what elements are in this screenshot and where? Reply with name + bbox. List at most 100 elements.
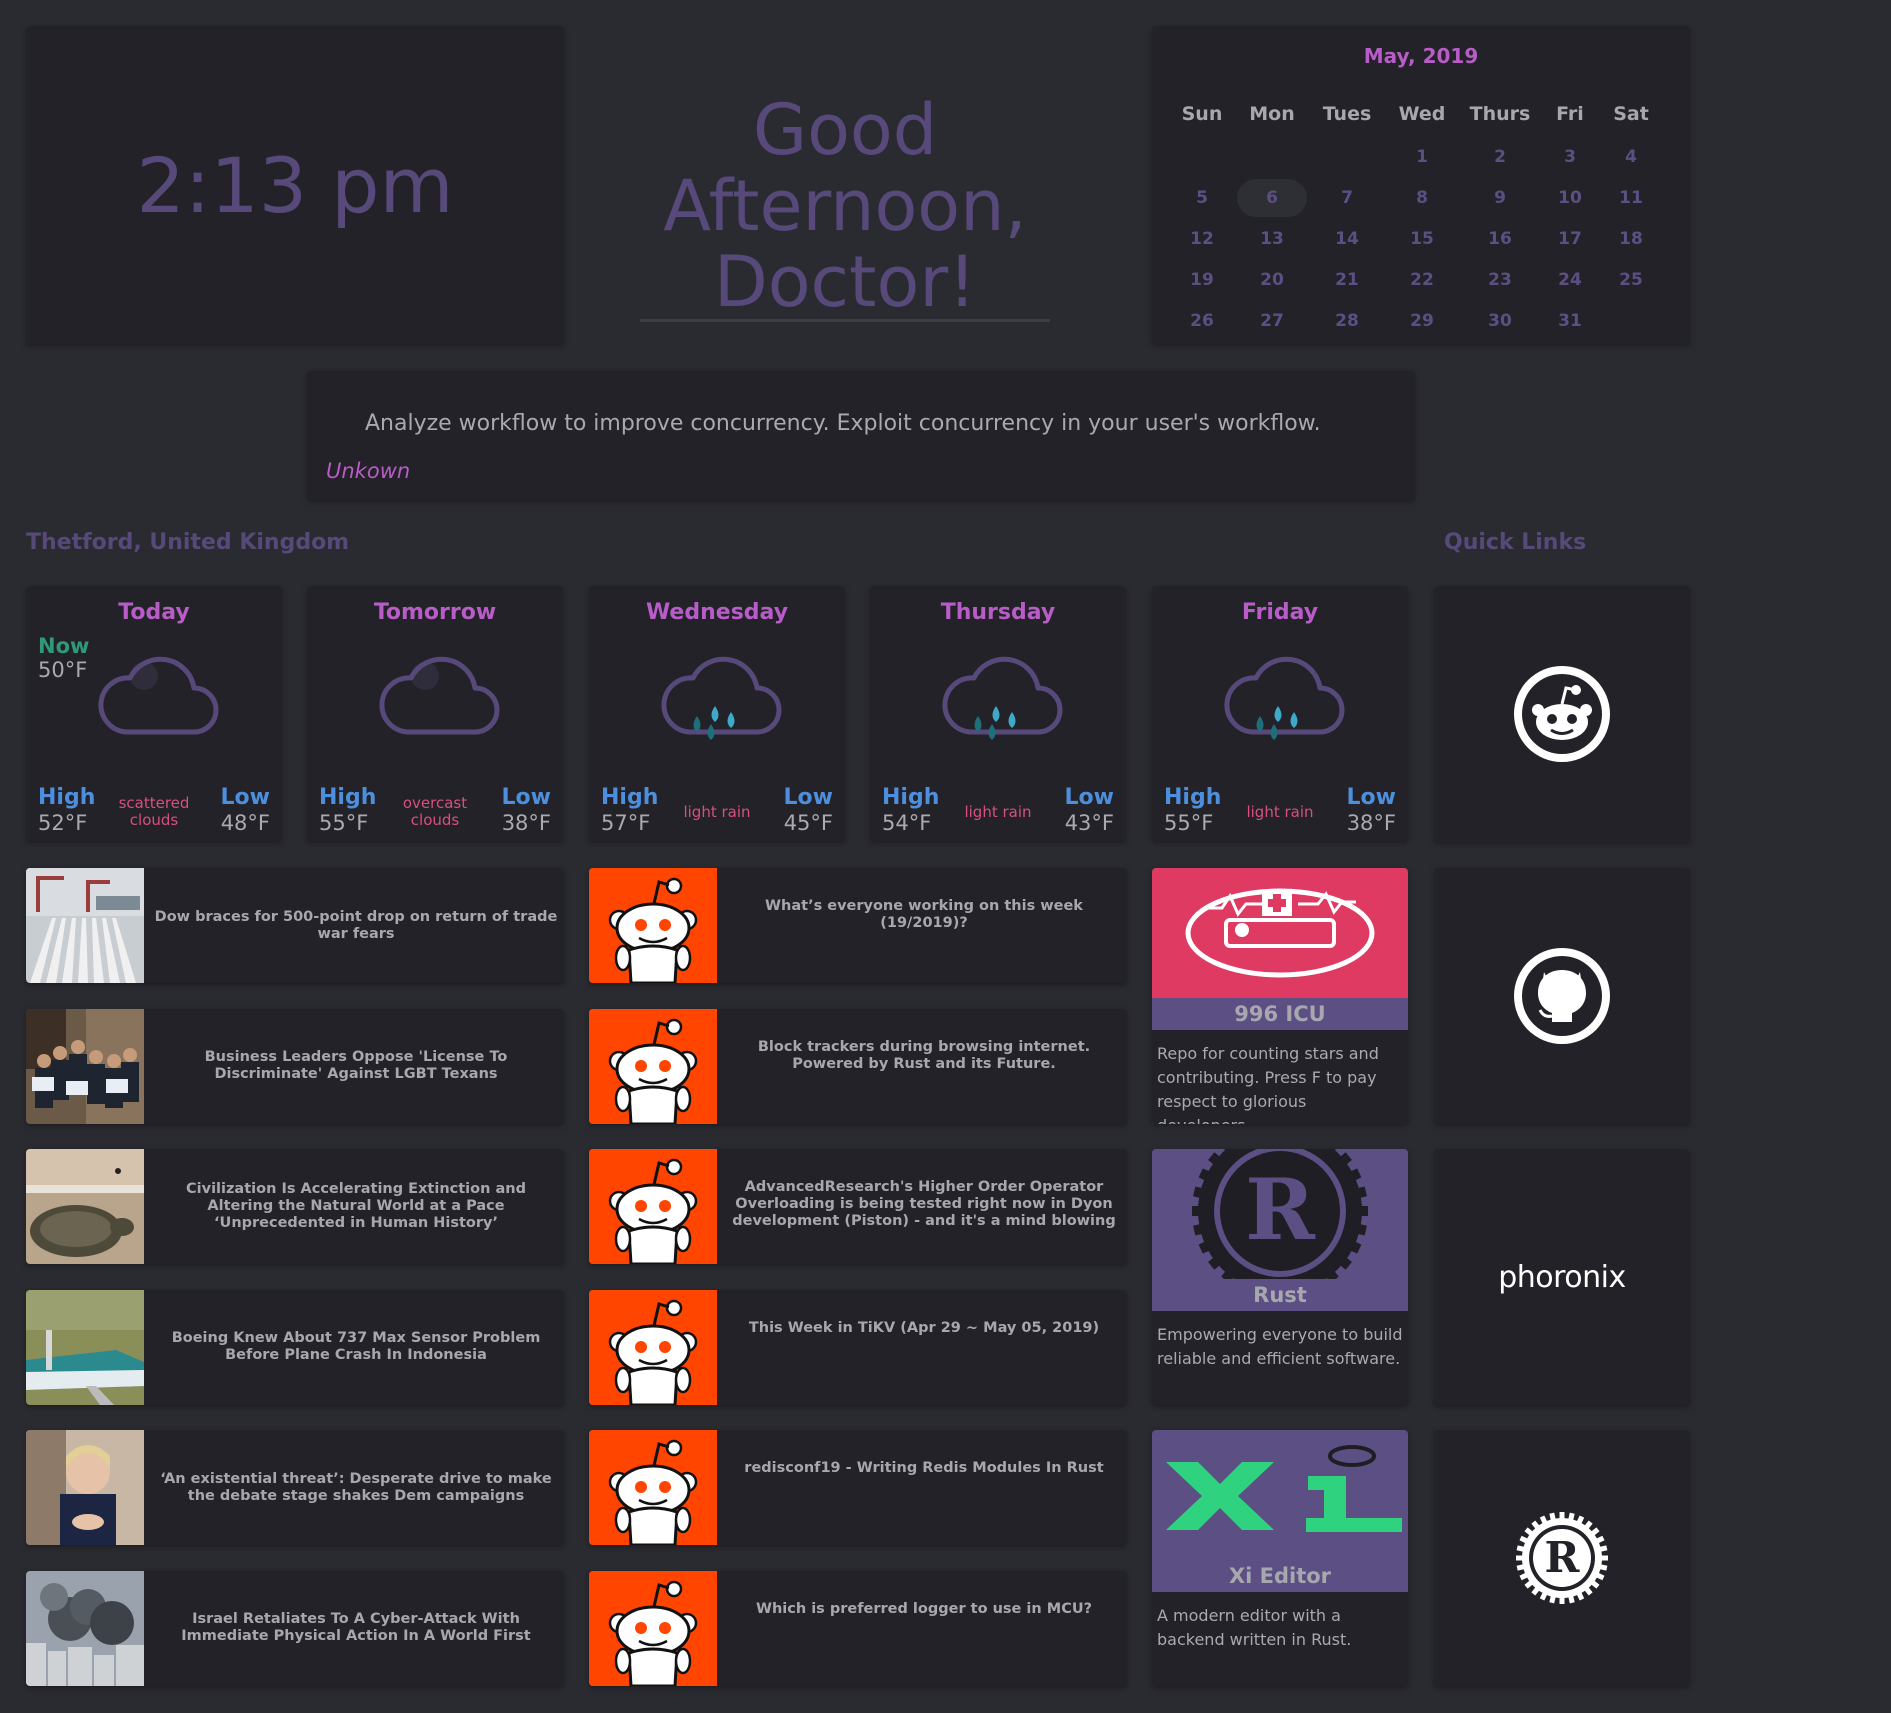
weather-description: light rain xyxy=(964,803,1032,821)
rain-cloud-icon xyxy=(942,656,1063,740)
rain-cloud-icon xyxy=(661,656,782,740)
calendar-day[interactable]: 30 xyxy=(1465,302,1535,340)
news-item[interactable]: Dow braces for 500-point drop on return … xyxy=(26,868,564,983)
github-icon xyxy=(1514,948,1610,1044)
calendar-day[interactable]: 15 xyxy=(1387,220,1457,258)
quick-link-reddit[interactable] xyxy=(1434,586,1690,842)
weather-now-label: Now xyxy=(38,634,90,658)
weather-day: Wednesday xyxy=(645,600,789,625)
repo-description: Empowering everyone to build reliable an… xyxy=(1157,1325,1403,1368)
repo-description: A modern editor with a backend written i… xyxy=(1157,1606,1352,1649)
calendar-day[interactable]: 29 xyxy=(1387,302,1457,340)
weather-low-value: 43°F xyxy=(1064,811,1114,835)
weather-card-today: Today Now 50°F High 52°F Low 48°F scattered clo… xyxy=(26,586,282,841)
greeting: Good Afternoon, Doctor! xyxy=(575,92,1115,320)
phoronix-logo: phoronix xyxy=(1498,1259,1626,1295)
calendar-day[interactable]: 25 xyxy=(1596,261,1666,299)
quote-card: Analyze workflow to improve concurrency.… xyxy=(307,371,1415,500)
politician-photo xyxy=(26,1430,144,1545)
news-item[interactable]: ‘An existential threat’: Desperate drive… xyxy=(26,1430,564,1545)
calendar-day[interactable]: 14 xyxy=(1312,220,1382,258)
weather-high-value: 55°F xyxy=(319,811,369,835)
weather-high-label: High xyxy=(319,785,377,810)
reddit-post[interactable]: Which is preferred logger to use in MCU? xyxy=(589,1570,1127,1686)
calendar-day[interactable]: 26 xyxy=(1167,302,1237,340)
calendar-day[interactable]: 17 xyxy=(1535,220,1605,258)
reddit-alien-icon xyxy=(589,868,717,983)
calendar-day[interactable]: 31 xyxy=(1535,302,1605,340)
weather-low-label: Low xyxy=(1346,785,1396,810)
calendar-day[interactable]: 21 xyxy=(1312,261,1382,299)
reddit-alien-icon xyxy=(589,1570,717,1686)
calendar-day[interactable]: 20 xyxy=(1237,261,1307,299)
calendar-day[interactable]: 5 xyxy=(1167,179,1237,217)
calendar-day[interactable]: 13 xyxy=(1237,220,1307,258)
weather-low-label: Low xyxy=(501,785,551,810)
calendar-header-4: Thurs xyxy=(1469,103,1531,125)
calendar-day-today[interactable]: 6 xyxy=(1237,179,1307,217)
calendar-header-0: Sun xyxy=(1181,103,1223,125)
repo-name: Xi Editor xyxy=(1152,1560,1408,1592)
hospital-bed-icon xyxy=(1152,868,1408,998)
weather-high-label: High xyxy=(1164,785,1222,810)
calendar-day[interactable]: 10 xyxy=(1535,179,1605,217)
quick-link-github[interactable] xyxy=(1434,868,1690,1124)
quick-link-phoronix[interactable]: phoronix xyxy=(1434,1149,1690,1405)
calendar-day[interactable]: 11 xyxy=(1596,179,1666,217)
news-item[interactable]: Civilization Is Accelerating Extinction … xyxy=(26,1149,564,1264)
clock-card: 2:13 pm xyxy=(26,26,564,344)
news-item[interactable]: Business Leaders Oppose 'License To Disc… xyxy=(26,1008,564,1124)
repo-card-xi-editor[interactable]: Xi Editor A modern editor with a backend… xyxy=(1152,1430,1408,1686)
reddit-post[interactable]: redisconf19 - Writing Redis Modules In R… xyxy=(589,1430,1127,1545)
calendar-day[interactable]: 27 xyxy=(1237,302,1307,340)
rust-logo-icon: R xyxy=(1152,1149,1408,1279)
greeting-line-2: Doctor! xyxy=(713,241,977,323)
calendar-day[interactable]: 12 xyxy=(1167,220,1237,258)
calendar-day[interactable]: 28 xyxy=(1312,302,1382,340)
weather-day: Tomorrow xyxy=(373,600,497,625)
weather-high-value: 52°F xyxy=(38,811,88,835)
news-item[interactable]: Boeing Knew About 737 Max Sensor Problem… xyxy=(26,1289,564,1405)
calendar-day[interactable]: 2 xyxy=(1465,138,1535,176)
calendar-header-2: Tues xyxy=(1322,103,1372,125)
reddit-alien-icon xyxy=(589,1430,717,1545)
calendar-day[interactable]: 19 xyxy=(1167,261,1237,299)
reddit-post[interactable]: What’s everyone working on this week (19… xyxy=(589,868,1127,983)
rain-cloud-icon xyxy=(1224,656,1345,740)
weather-low-label: Low xyxy=(783,785,833,810)
weather-low-value: 38°F xyxy=(1346,811,1396,835)
reddit-post-title: AdvancedResearch's Higher Order Operator… xyxy=(732,1179,1116,1229)
calendar-day[interactable]: 23 xyxy=(1465,261,1535,299)
calendar-day[interactable]: 7 xyxy=(1312,179,1382,217)
calendar-day[interactable]: 8 xyxy=(1387,179,1457,217)
calendar-day[interactable]: 18 xyxy=(1596,220,1666,258)
calendar-day[interactable]: 24 xyxy=(1535,261,1605,299)
calendar-day[interactable]: 4 xyxy=(1596,138,1666,176)
reddit-post[interactable]: Block trackers during browsing internet.… xyxy=(589,1008,1127,1124)
reddit-alien-icon xyxy=(589,1008,717,1124)
reddit-post[interactable]: AdvancedResearch's Higher Order Operator… xyxy=(589,1149,1127,1264)
weather-card-tomorrow: Tomorrow High 55°F Low 38°F overcast clouds xyxy=(307,586,563,841)
weather-low-value: 48°F xyxy=(220,811,270,835)
xi-logo-icon xyxy=(1152,1430,1408,1560)
repo-card-996icu[interactable]: 996 ICU Repo for counting stars and cont… xyxy=(1152,868,1408,1124)
reddit-post[interactable]: This Week in TiKV (Apr 29 ~ May 05, 2019… xyxy=(589,1289,1127,1405)
calendar-day[interactable]: 1 xyxy=(1387,138,1457,176)
weather-high-value: 57°F xyxy=(601,811,651,835)
weather-description: scattered clouds xyxy=(118,794,190,829)
calendar-day[interactable]: 9 xyxy=(1465,179,1535,217)
calendar-day[interactable]: 3 xyxy=(1535,138,1605,176)
quick-link-rust[interactable]: R xyxy=(1434,1430,1690,1686)
weather-low-label: Low xyxy=(1064,785,1114,810)
calendar-day[interactable]: 22 xyxy=(1387,261,1457,299)
cloud-icon xyxy=(98,656,219,735)
news-item[interactable]: Israel Retaliates To A Cyber-Attack With… xyxy=(26,1570,564,1686)
repo-name: 996 ICU xyxy=(1152,998,1408,1030)
repo-card-rust[interactable]: R Rust Empowering everyone to build reli… xyxy=(1152,1149,1408,1405)
news-title: Civilization Is Accelerating Extinction … xyxy=(186,1181,526,1231)
weather-high-value: 55°F xyxy=(1164,811,1214,835)
quick-links-title: Quick Links xyxy=(1444,530,1587,555)
weather-description: overcast clouds xyxy=(402,794,468,829)
weather-location: Thetford, United Kingdom xyxy=(26,530,350,555)
calendar-day[interactable]: 16 xyxy=(1465,220,1535,258)
